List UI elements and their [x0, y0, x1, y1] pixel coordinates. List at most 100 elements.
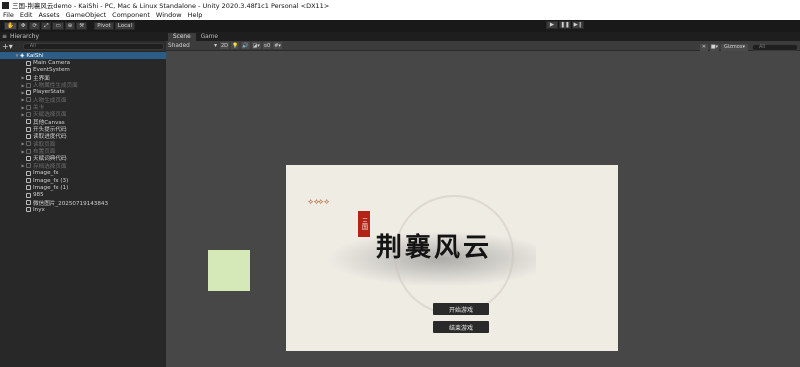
hierarchy-item-label: 人物属性生成页面 — [33, 83, 78, 90]
quit-game-button[interactable]: 结束游戏 — [433, 321, 489, 333]
hierarchy-item[interactable]: ▶ 人物生成页面 — [0, 96, 166, 104]
hierarchy-item-label: Main Camera — [33, 60, 71, 67]
pivot-label: Pivot — [97, 23, 111, 29]
gameobject-cube-icon — [26, 141, 31, 147]
hidden-objects-icon[interactable]: ⦸ 0 — [262, 42, 272, 49]
scene-search-input[interactable]: All — [752, 43, 798, 51]
hierarchy-tree: ▼ ◈ KaiShi Main Camera EventSystem ▶ 主界面 ▶ 人物… — [0, 51, 166, 214]
custom-tool-icon[interactable]: ⚒ — [76, 22, 88, 30]
gameobject-cube-icon — [26, 185, 31, 191]
hierarchy-search-input[interactable]: All — [22, 42, 164, 50]
rect-tool-icon[interactable]: ▭ — [52, 22, 64, 30]
hierarchy-item[interactable]: Image_fx (3) — [0, 177, 166, 184]
hierarchy-item-label: 存档选择页面 — [33, 163, 67, 170]
birds-decoration: ⟡ ⟡⟡ ⟡ — [308, 197, 329, 206]
hand-tool-icon[interactable]: ✋ — [4, 22, 17, 30]
hierarchy-item-label: Image_fx (1) — [33, 184, 69, 191]
main-toolbar: ✋ ✥ ⟳ ⤢ ▭ ⊕ ⚒ Pivot Local — [0, 20, 800, 32]
green-sprite[interactable] — [208, 250, 250, 291]
hierarchy-item[interactable]: 读取进度代码 — [0, 133, 166, 140]
gameobject-cube-icon — [26, 119, 31, 125]
hierarchy-item[interactable]: ▶ 布置页面 — [0, 147, 166, 155]
hierarchy-item[interactable]: 微信图片_20250719143843 — [0, 199, 166, 207]
hierarchy-item[interactable]: ▶ 关卡 — [0, 103, 166, 111]
red-seal-stamp: 三国 — [358, 211, 370, 237]
hierarchy-item[interactable]: ▶ 存档选择页面 — [0, 162, 166, 170]
hierarchy-search-placeholder: All — [29, 42, 36, 49]
lighting-icon[interactable]: 💡 — [231, 42, 240, 49]
gameobject-cube-icon — [26, 200, 31, 206]
hierarchy-item[interactable]: ▶ 天赋选择页面 — [0, 111, 166, 118]
menu-file[interactable]: File — [3, 11, 14, 19]
menu-edit[interactable]: Edit — [20, 11, 33, 19]
title-bar: 三国-荆襄风云demo - KaiShi - PC, Mac & Linux S… — [0, 0, 800, 10]
hierarchy-item[interactable]: Image_fx — [0, 170, 166, 177]
grid-icon[interactable]: #▾ — [273, 42, 282, 49]
hierarchy-item[interactable]: ▶ 人物属性生成页面 — [0, 81, 166, 90]
game-canvas-preview[interactable]: ⟡ ⟡⟡ ⟡ 三国 荆襄风云 开始游戏 结束游戏 — [286, 165, 618, 351]
pivot-toggle[interactable]: Pivot — [94, 22, 114, 30]
pause-icon[interactable]: ❚❚ — [559, 21, 571, 29]
hierarchy-item[interactable]: EventSystem — [0, 67, 166, 74]
scene-tab-label: Scene — [173, 34, 191, 40]
start-game-button[interactable]: 开始游戏 — [433, 303, 489, 315]
scene-root-label: KaiShi — [26, 52, 44, 59]
scene-viewport[interactable]: ⟡ ⟡⟡ ⟡ 三国 荆襄风云 开始游戏 结束游戏 — [166, 51, 800, 367]
2d-toggle[interactable]: 2D — [220, 42, 230, 49]
hierarchy-item[interactable]: Image_fx (1) — [0, 184, 166, 191]
scene-tab-row: Scene Game — [166, 32, 800, 41]
step-icon[interactable]: ▶❙ — [572, 21, 584, 29]
hierarchy-item[interactable]: 开头提示代码 — [0, 125, 166, 133]
hierarchy-tab-row: ≡ Hierarchy — [0, 32, 166, 41]
hierarchy-item[interactable]: Main Camera — [0, 59, 166, 66]
hierarchy-item[interactable]: ▶ 读取页面 — [0, 140, 166, 148]
hierarchy-item-label: PlayerStats — [33, 89, 65, 96]
add-icon[interactable]: +▾ — [2, 42, 13, 51]
hidden-count: 0 — [267, 42, 271, 49]
gameobject-cube-icon — [26, 89, 31, 95]
gizmos-dropdown[interactable]: Gizmos ▾ — [721, 43, 748, 51]
hierarchy-panel: ≡ Hierarchy +▾ All ▼ ◈ KaiShi Main Camer… — [0, 32, 166, 367]
menu-window[interactable]: Window — [156, 11, 182, 19]
unity-scene-icon: ◈ — [20, 52, 25, 59]
local-toggle[interactable]: Local — [114, 22, 136, 30]
tab-hierarchy[interactable]: ≡ Hierarchy — [2, 33, 39, 40]
menu-assets[interactable]: Assets — [38, 11, 59, 19]
playback-controls: ▶ ❚❚ ▶❙ — [546, 21, 585, 29]
shading-dropdown[interactable]: Shaded ▾ — [168, 43, 220, 49]
transform-tool-icon[interactable]: ⊕ — [64, 22, 76, 30]
menu-gameobject[interactable]: GameObject — [66, 11, 107, 19]
audio-icon[interactable]: 🔊 — [241, 42, 250, 49]
gizmos-label: Gizmos — [724, 44, 743, 50]
2d-label: 2D — [221, 42, 229, 49]
menu-component[interactable]: Component — [112, 11, 150, 19]
tab-game[interactable]: Game — [196, 33, 223, 41]
hierarchy-item[interactable]: ▶ PlayerStats — [0, 89, 166, 96]
tools-icon[interactable]: ✕ — [699, 43, 708, 51]
rotate-tool-icon[interactable]: ⟳ — [29, 22, 41, 30]
scene-panel: Scene Game Shaded ▾ 2D 💡 🔊 ◪▾ ⦸ 0 #▾ ✕ ■▾… — [166, 32, 800, 367]
scene-root-row[interactable]: ▼ ◈ KaiShi — [0, 52, 166, 60]
gameobject-cube-icon — [26, 192, 31, 198]
hierarchy-item[interactable]: 天赋词典代码 — [0, 155, 166, 162]
quit-game-label: 结束游戏 — [448, 324, 473, 332]
effects-icon[interactable]: ◪▾ — [251, 42, 261, 49]
gameobject-cube-icon — [26, 170, 31, 176]
move-tool-icon[interactable]: ✥ — [17, 22, 29, 30]
tab-scene[interactable]: Scene — [168, 33, 196, 41]
menu-help[interactable]: Help — [188, 11, 203, 19]
game-title: 荆襄风云 — [376, 233, 493, 263]
hierarchy-item-label: 微信图片_20250719143843 — [33, 200, 108, 207]
scale-tool-icon[interactable]: ⤢ — [41, 22, 52, 30]
hierarchy-item[interactable]: ▶ 主界面 — [0, 74, 166, 82]
unity-app-icon — [2, 1, 9, 9]
hierarchy-item[interactable]: 其他Canvas — [0, 118, 166, 126]
gameobject-cube-icon — [26, 155, 31, 161]
play-icon[interactable]: ▶ — [546, 21, 558, 29]
camera-icon[interactable]: ■▾ — [709, 43, 720, 51]
gameobject-cube-icon — [26, 82, 31, 88]
gameobject-cube-icon — [26, 163, 31, 169]
hierarchy-list-icon: ≡ — [2, 33, 8, 40]
hierarchy-item[interactable]: Inyx — [0, 206, 166, 213]
chevron-down-icon: ▾ — [214, 42, 217, 49]
